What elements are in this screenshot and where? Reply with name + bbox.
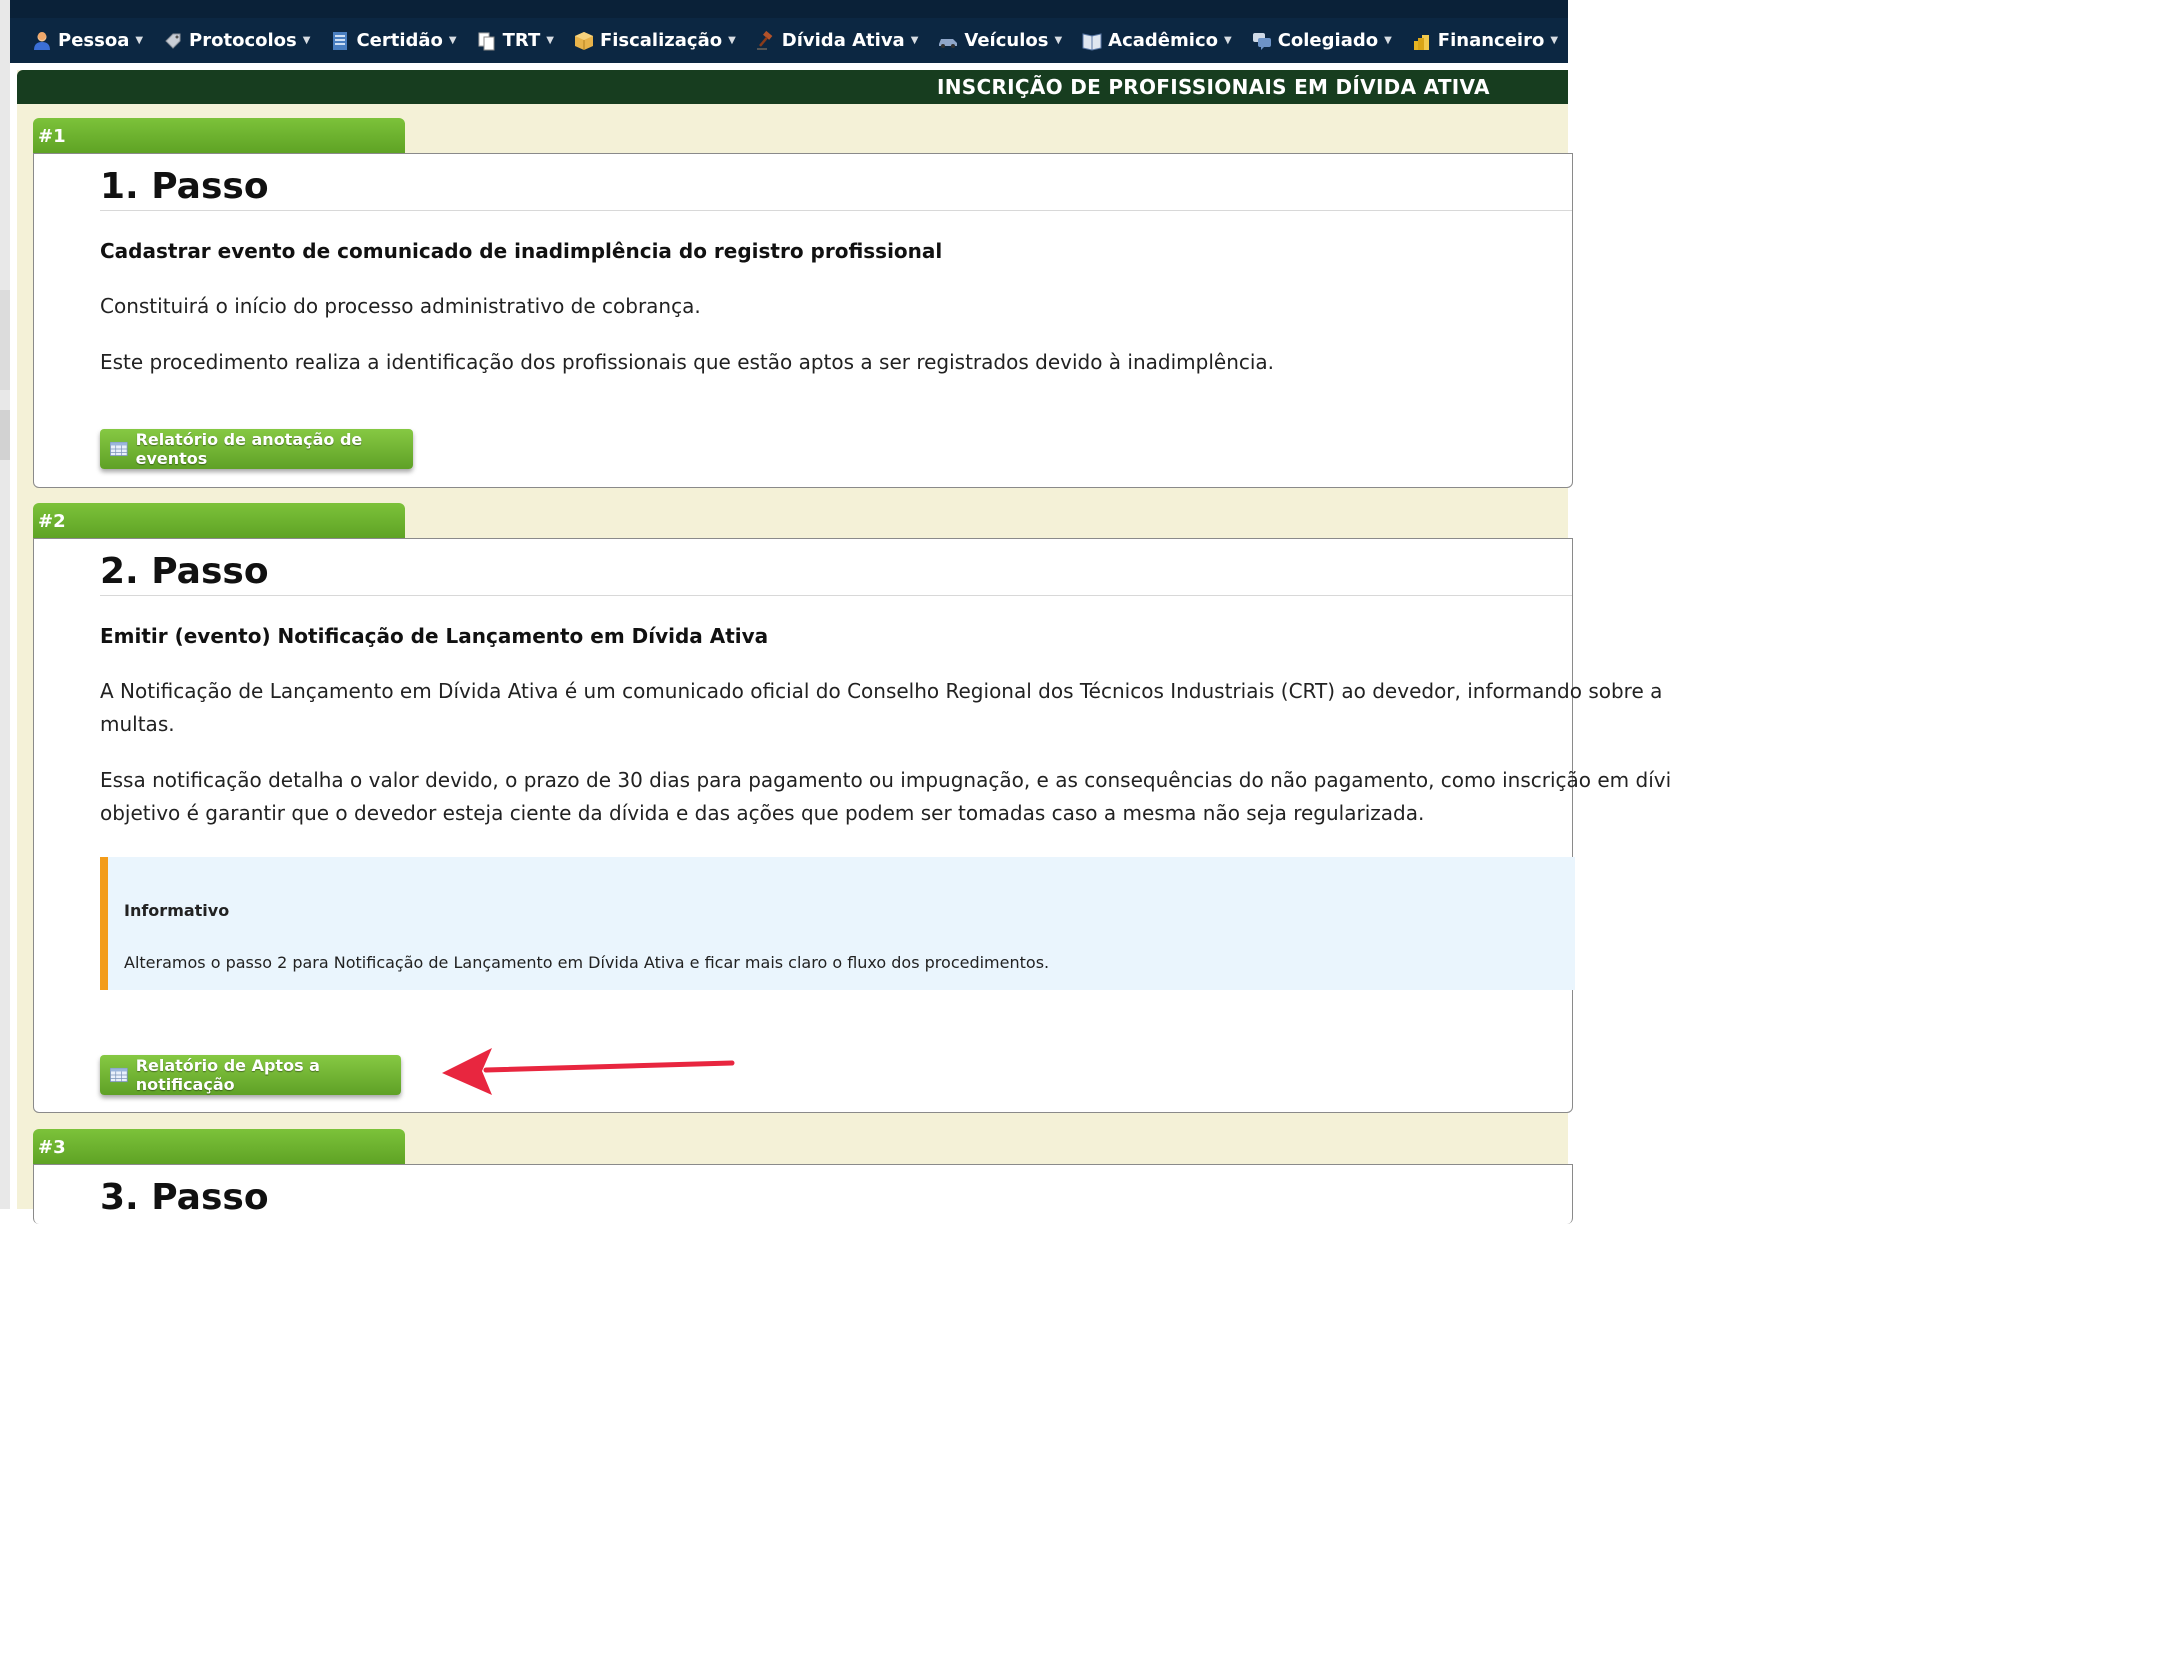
nav-item-colegiado[interactable]: Colegiado ▼ <box>1252 30 1392 51</box>
nav-item-pessoa[interactable]: Pessoa ▼ <box>32 30 143 51</box>
step-paragraph: Constituirá o início do processo adminis… <box>100 294 701 318</box>
nav-item-protocolos[interactable]: Protocolos ▼ <box>163 30 310 51</box>
nav-item-financeiro[interactable]: Financeiro ▼ <box>1412 30 1558 51</box>
tag-icon <box>165 33 181 49</box>
step-heading: 3. Passo <box>100 1177 269 1218</box>
left-scroll-strip <box>0 0 10 1209</box>
nav-label: Acadêmico <box>1108 30 1218 51</box>
step-heading: 2. Passo <box>100 551 269 592</box>
nav-item-trt[interactable]: TRT ▼ <box>477 30 554 51</box>
nav-item-fiscalizacao[interactable]: Fiscalização ▼ <box>574 30 736 51</box>
coins-icon <box>1413 34 1429 50</box>
step-paragraph: objetivo é garantir que o devedor esteja… <box>100 801 1425 825</box>
nav-label: Protocolos <box>189 30 297 51</box>
nav-item-academico[interactable]: Acadêmico ▼ <box>1082 30 1232 51</box>
table-icon <box>110 441 128 457</box>
step-subtitle: Cadastrar evento de comunicado de inadim… <box>100 239 943 263</box>
nav-label: TRT <box>502 30 541 51</box>
document-icon <box>333 31 348 50</box>
chat-icon <box>1252 32 1271 50</box>
step-paragraph: A Notificação de Lançamento em Dívida At… <box>100 679 1663 703</box>
person-icon <box>34 31 50 50</box>
info-callout: Informativo Alteramos o passo 2 para Not… <box>100 857 1575 990</box>
nav-item-veiculos[interactable]: Veículos ▼ <box>938 30 1062 51</box>
copies-icon <box>478 32 495 50</box>
info-text: Alteramos o passo 2 para Notificação de … <box>124 953 1050 972</box>
book-icon <box>1082 32 1102 51</box>
heading-divider <box>100 210 1572 211</box>
step-card-2: 2. Passo Emitir (evento) Notificação de … <box>33 538 1671 1113</box>
top-navigation-bar: Pessoa ▼ Protocolos ▼ Certidão ▼ TRT ▼ Fisca… <box>10 0 1568 63</box>
step-paragraph: Este procedimento realiza a identificaçã… <box>100 350 1275 374</box>
nav-label: Veículos <box>964 30 1049 51</box>
nav-label: Pessoa <box>58 30 130 51</box>
table-icon <box>110 1067 128 1083</box>
step-card-3: 3. Passo <box>33 1164 1573 1224</box>
nav-item-certidao[interactable]: Certidão ▼ <box>330 30 457 51</box>
step-card-1: 1. Passo Cadastrar evento de comunicado … <box>33 153 1573 488</box>
step-paragraph: multas. <box>100 712 175 736</box>
nav-label: Dívida Ativa <box>781 30 905 51</box>
button-label: Relatório de anotação de eventos <box>135 430 363 468</box>
page-header: INSCRIÇÃO DE PROFISSIONAIS EM DÍVIDA ATI… <box>17 70 1568 104</box>
step-subtitle: Emitir (evento) Notificação de Lançament… <box>100 624 769 648</box>
nav-label: Financeiro <box>1437 30 1545 51</box>
nav-item-divida-ativa[interactable]: Dívida Ativa ▼ <box>756 30 918 51</box>
box-icon <box>574 31 593 50</box>
aptos-notificacao-report-button[interactable]: Relatório de Aptos a notificação <box>100 1055 401 1095</box>
step-heading: 1. Passo <box>100 166 269 207</box>
page-container: INSCRIÇÃO DE PROFISSIONAIS EM DÍVIDA ATI… <box>17 70 1671 1224</box>
heading-divider <box>100 595 1572 596</box>
step-tab-3: #3 <box>33 1129 405 1165</box>
button-label: Relatório de Aptos a notificação <box>135 1056 320 1094</box>
step-paragraph: Essa notificação detalha o valor devido,… <box>100 768 1672 792</box>
step-tab-2: #2 <box>33 503 405 539</box>
page-title: INSCRIÇÃO DE PROFISSIONAIS EM DÍVIDA ATI… <box>937 75 1490 99</box>
nav-label: Colegiado <box>1277 30 1379 51</box>
info-title: Informativo <box>124 901 230 920</box>
step-tab-1: #1 <box>33 118 405 154</box>
eventos-report-button[interactable]: Relatório de anotação de eventos <box>100 429 413 469</box>
car-icon <box>939 38 958 48</box>
nav-label: Certidão <box>356 30 443 51</box>
red-arrow-annotation <box>442 1048 735 1095</box>
gavel-icon <box>756 30 773 50</box>
nav-label: Fiscalização <box>599 30 723 51</box>
